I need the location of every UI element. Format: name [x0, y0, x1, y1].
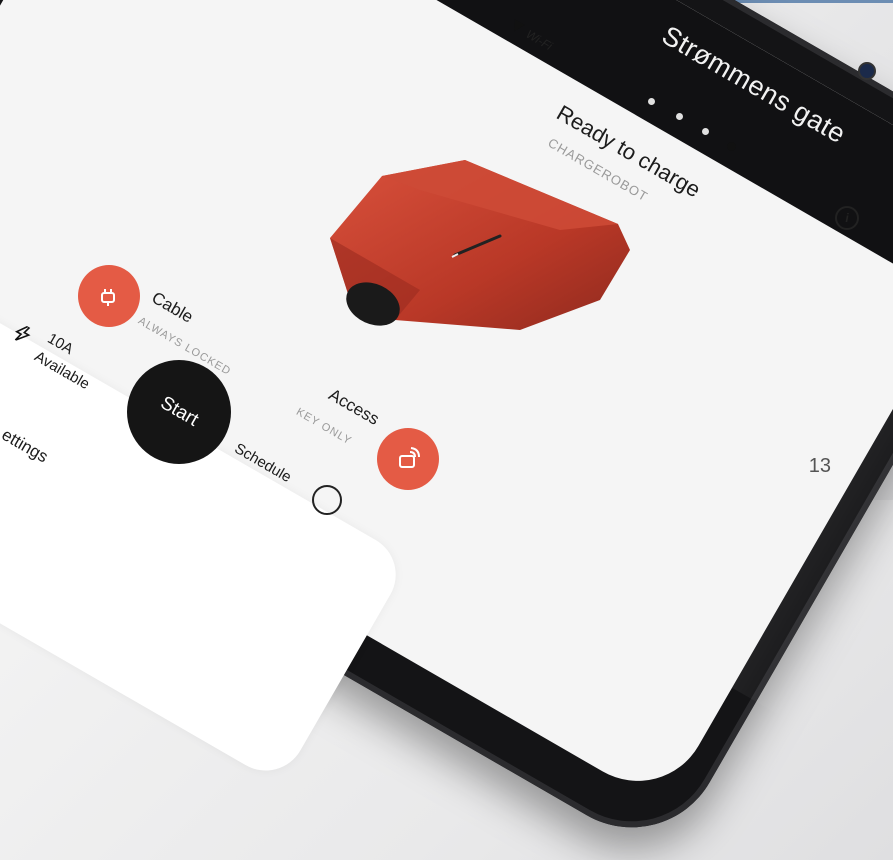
camera [858, 62, 876, 80]
slide-number: 13 [808, 455, 831, 477]
